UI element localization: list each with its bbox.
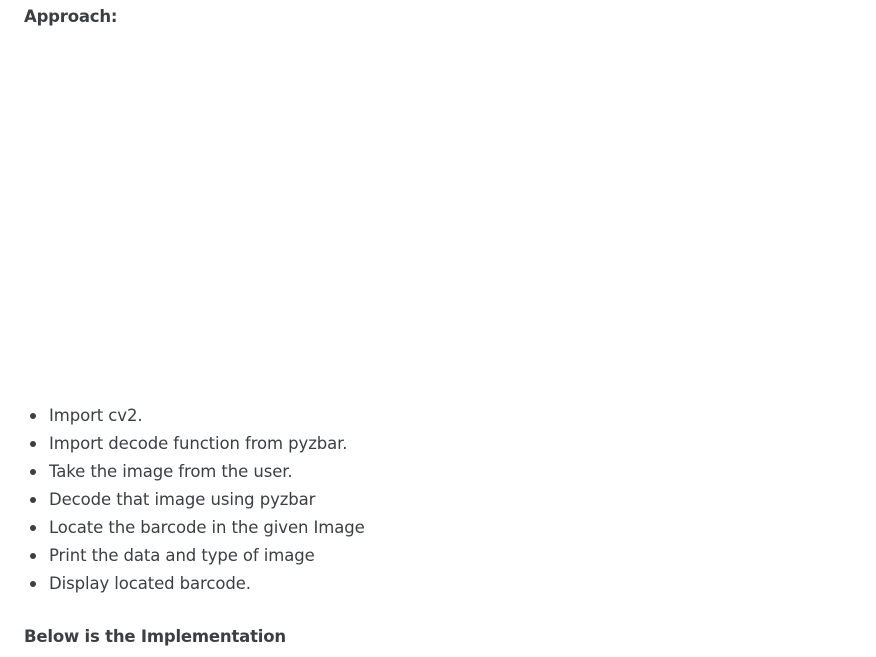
list-item: Print the data and type of image bbox=[30, 542, 365, 570]
bullet-icon bbox=[30, 581, 36, 587]
bullet-icon bbox=[30, 469, 36, 475]
list-item-text: Decode that image using pyzbar bbox=[49, 490, 316, 509]
list-item-text: Take the image from the user. bbox=[49, 462, 293, 481]
approach-heading: Approach: bbox=[24, 7, 118, 26]
bullet-icon bbox=[30, 525, 36, 531]
content-blank-area bbox=[24, 40, 852, 390]
list-item-text: Locate the barcode in the given Image bbox=[49, 518, 365, 537]
list-item-text: Import decode function from pyzbar. bbox=[49, 434, 348, 453]
bullet-icon bbox=[30, 497, 36, 503]
bullet-icon bbox=[30, 553, 36, 559]
list-item-text: Print the data and type of image bbox=[49, 546, 315, 565]
list-item: Import cv2. bbox=[30, 402, 365, 430]
list-item: Import decode function from pyzbar. bbox=[30, 430, 365, 458]
list-item: Take the image from the user. bbox=[30, 458, 365, 486]
list-item: Decode that image using pyzbar bbox=[30, 486, 365, 514]
bullet-icon bbox=[30, 413, 36, 419]
list-item: Display located barcode. bbox=[30, 570, 365, 598]
list-item-text: Display located barcode. bbox=[49, 574, 251, 593]
list-item: Locate the barcode in the given Image bbox=[30, 514, 365, 542]
list-item-text: Import cv2. bbox=[49, 406, 143, 425]
bullet-icon bbox=[30, 441, 36, 447]
implementation-heading: Below is the Implementation bbox=[24, 627, 286, 646]
approach-steps-list: Import cv2. Import decode function from … bbox=[0, 402, 365, 598]
